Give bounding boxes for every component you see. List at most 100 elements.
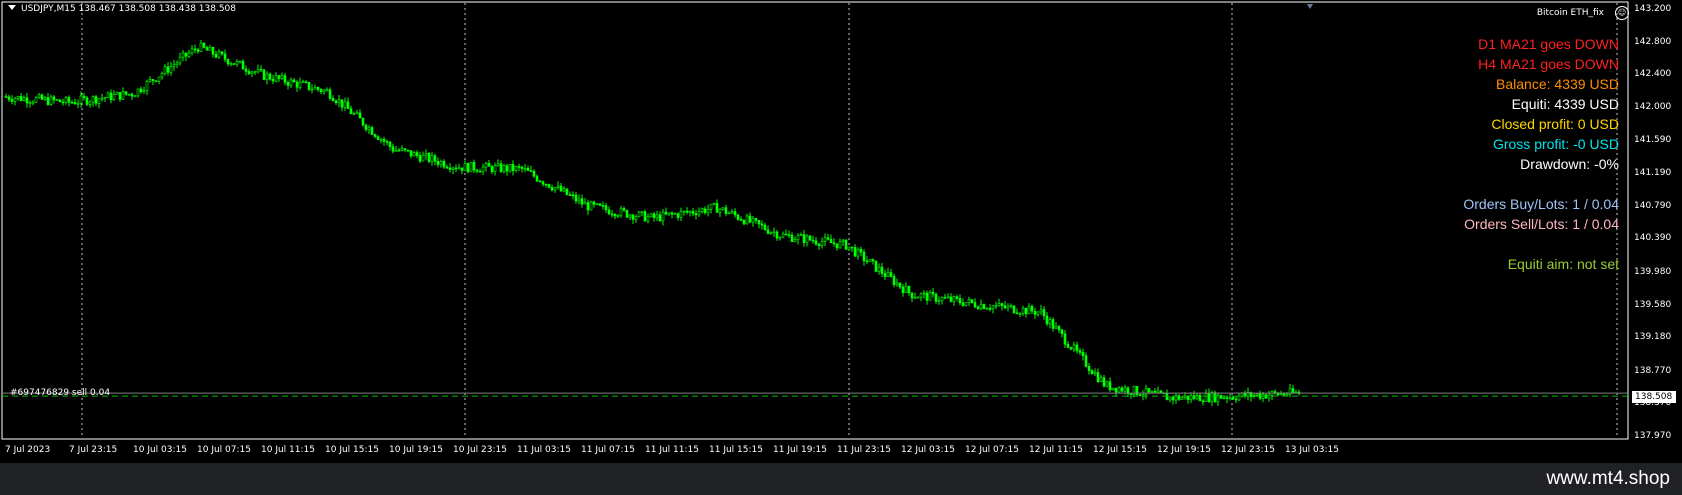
time-tick: 11 Jul 23:15 xyxy=(837,445,891,455)
candle-body xyxy=(1237,395,1241,401)
candle-body xyxy=(1180,397,1184,400)
candle-body xyxy=(274,75,278,82)
candle-body xyxy=(1024,307,1028,315)
candle-body xyxy=(154,80,158,83)
candle-body xyxy=(577,198,581,202)
candle-body xyxy=(283,75,287,83)
candle-body xyxy=(1090,370,1094,375)
candle-body xyxy=(610,213,614,216)
candle-body xyxy=(1156,390,1160,393)
candle-body xyxy=(823,237,827,242)
candle-body xyxy=(748,215,752,223)
time-tick: 7 Jul 2023 xyxy=(5,445,51,455)
price-chart[interactable] xyxy=(0,0,1682,461)
price-tick: 137.970 xyxy=(1634,431,1672,441)
candle-body xyxy=(925,292,929,301)
candle-body xyxy=(1057,326,1061,331)
candle-body xyxy=(1066,343,1070,348)
candle-body xyxy=(805,235,809,243)
candle-body xyxy=(793,239,797,242)
footer-url[interactable]: www.mt4.shop xyxy=(1546,468,1670,490)
candle-body xyxy=(652,213,656,219)
dropdown-triangle-icon[interactable] xyxy=(8,5,16,10)
info-panel-line: Balance: 4339 USD xyxy=(1496,76,1619,92)
candle-body xyxy=(871,259,875,262)
candle-body xyxy=(619,208,623,216)
candle-body xyxy=(235,61,239,65)
price-tick: 142.000 xyxy=(1634,101,1672,112)
candle-body xyxy=(694,213,698,216)
candle-body xyxy=(130,93,134,97)
candle-body xyxy=(1231,396,1235,400)
candle-body xyxy=(850,246,854,249)
candle-body xyxy=(172,64,176,67)
candle-body xyxy=(718,208,722,213)
candle-body xyxy=(541,181,545,185)
candle-body xyxy=(691,211,695,214)
candle-body xyxy=(787,234,791,236)
footer-bar: www.mt4.shop xyxy=(0,463,1682,495)
candle-body xyxy=(661,211,665,222)
candle-body xyxy=(538,180,542,183)
candle-body xyxy=(832,242,836,245)
time-tick: 12 Jul 15:15 xyxy=(1093,445,1147,455)
candle-body xyxy=(934,293,938,302)
candle-body xyxy=(268,73,272,80)
candle-body xyxy=(889,272,893,277)
candle-body xyxy=(250,71,254,74)
info-panel-line: Orders Sell/Lots: 1 / 0.04 xyxy=(1464,216,1619,232)
candle-body xyxy=(1105,381,1109,387)
smiley-icon[interactable]: ☺ xyxy=(1615,6,1629,20)
candle-body xyxy=(292,79,296,83)
candle-body xyxy=(37,94,41,98)
candle-body xyxy=(808,235,812,241)
candle-body xyxy=(583,202,587,205)
symbol-header[interactable]: USDJPY,M15 138.467 138.508 138.438 138.5… xyxy=(8,4,236,14)
candle-body xyxy=(1225,397,1229,399)
candle-body xyxy=(223,53,227,60)
candle-body xyxy=(4,96,8,98)
candle-body xyxy=(517,166,521,168)
candle-body xyxy=(628,214,632,218)
candle-body xyxy=(781,233,785,238)
candle-body xyxy=(1213,392,1217,402)
candle-body xyxy=(430,155,434,162)
candle-body xyxy=(412,152,416,157)
candle-body xyxy=(1267,394,1271,399)
candle-body xyxy=(1102,377,1106,387)
candle-body xyxy=(73,101,77,105)
chart-area[interactable]: USDJPY,M15 138.467 138.508 138.438 138.5… xyxy=(0,0,1682,461)
candle-body xyxy=(28,102,32,104)
candle-body xyxy=(310,88,314,91)
candle-body xyxy=(22,97,26,101)
candle-body xyxy=(913,296,917,299)
candle-body xyxy=(658,214,662,222)
candle-body xyxy=(187,52,191,57)
candle-body xyxy=(976,306,980,310)
candle-body xyxy=(796,235,800,241)
candle-body xyxy=(1084,355,1088,367)
candle-body xyxy=(208,47,212,51)
candle-body xyxy=(940,297,944,301)
candle-body xyxy=(685,210,689,213)
price-tick: 143.200 xyxy=(1634,4,1672,14)
candle-body xyxy=(160,73,164,78)
candle-body xyxy=(259,68,263,71)
candle-body xyxy=(43,97,47,100)
candle-body xyxy=(511,164,515,171)
candle-body xyxy=(1228,396,1232,399)
candle-body xyxy=(862,251,866,262)
candle-body xyxy=(1027,306,1031,315)
candle-body xyxy=(949,296,953,302)
candle-body xyxy=(448,167,452,170)
candle-body xyxy=(970,299,974,303)
candle-body xyxy=(1210,392,1214,402)
candle-body xyxy=(1030,306,1034,312)
candle-body xyxy=(145,81,149,91)
candle-body xyxy=(91,96,95,103)
candle-body xyxy=(751,218,755,223)
time-tick: 12 Jul 07:15 xyxy=(965,445,1019,455)
candle-body xyxy=(712,203,716,205)
candle-body xyxy=(1045,315,1049,325)
candle-body xyxy=(514,166,518,171)
